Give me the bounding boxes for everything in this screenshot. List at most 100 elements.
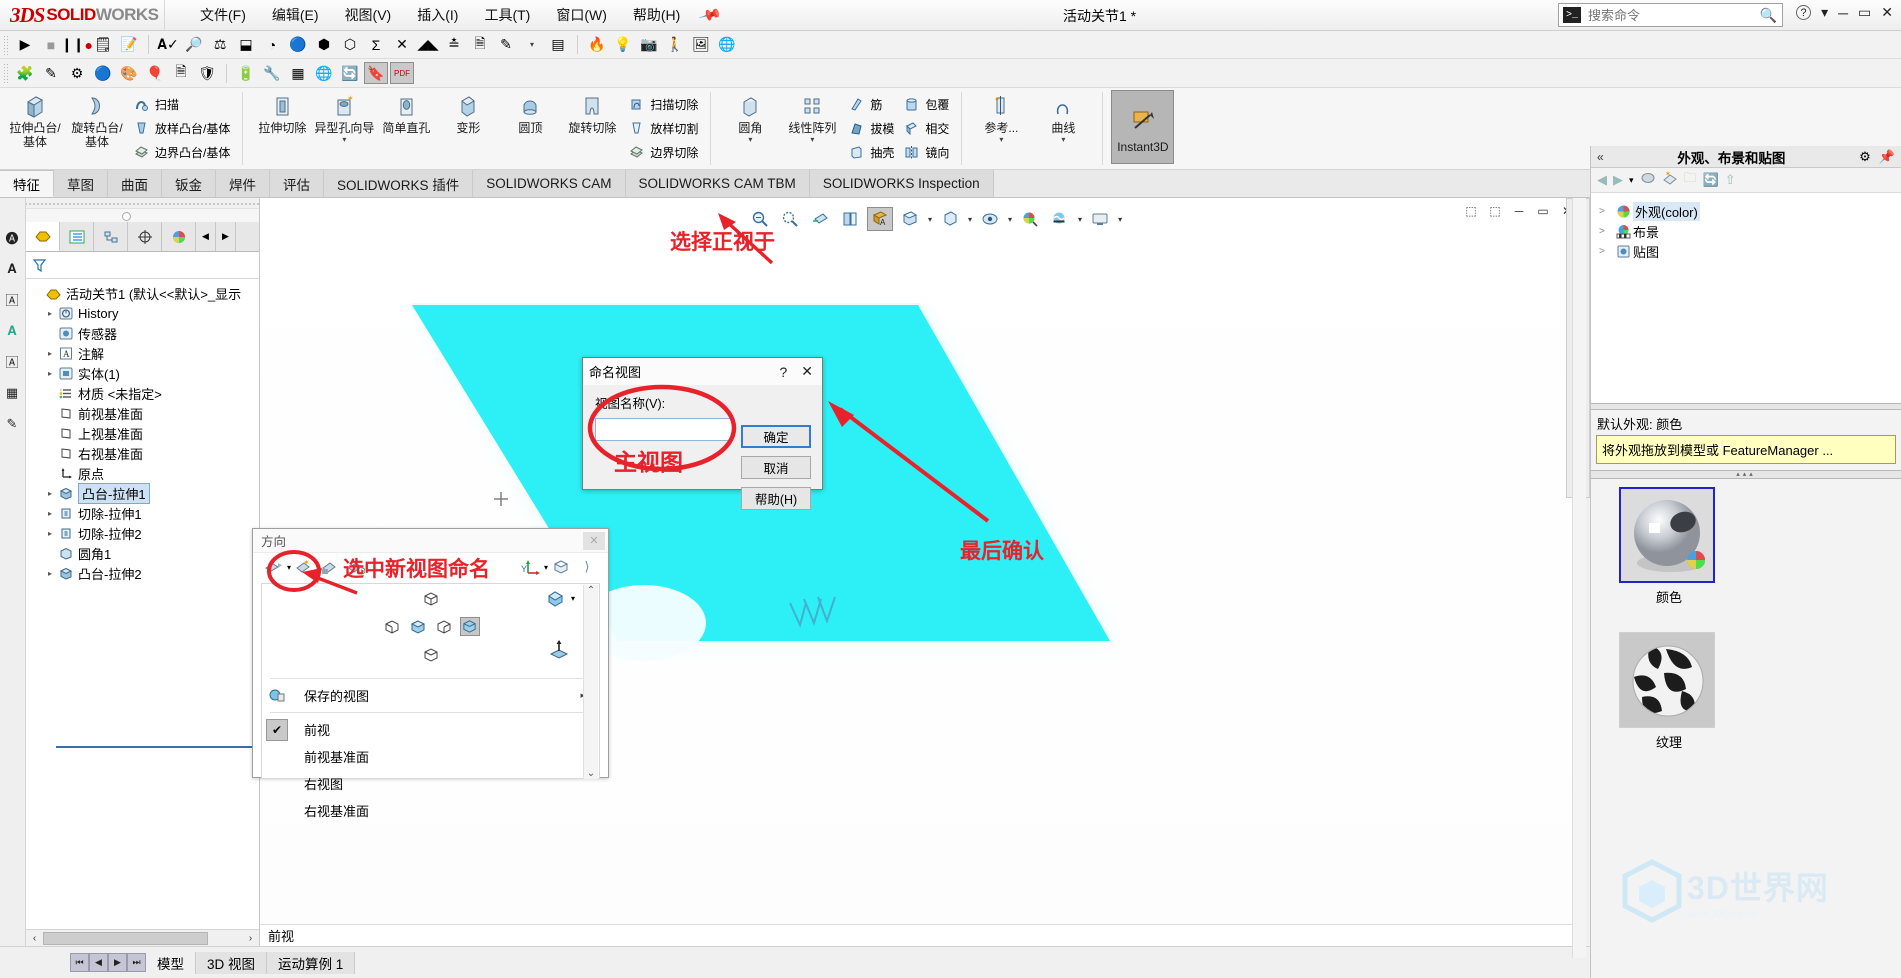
expander-icon[interactable]: > — [1599, 226, 1613, 237]
minimize-icon[interactable]: ─ — [1512, 204, 1526, 218]
search-input[interactable] — [1586, 6, 1736, 24]
scroll-left-icon[interactable]: ◀ — [196, 222, 216, 251]
expander-icon[interactable]: ▸ — [44, 309, 56, 318]
tab-surfaces[interactable]: 曲面 — [108, 170, 162, 197]
globe-icon[interactable]: 🌐 — [312, 62, 336, 84]
tree-item-cut-extrude2[interactable]: ▸ 切除-拉伸2 — [28, 523, 259, 543]
appearance-panel-splitter[interactable] — [1591, 403, 1901, 410]
ribbon-reference-geometry[interactable]: 参考... ▾ — [970, 90, 1032, 167]
appearance-tree-item-scene[interactable]: > 布景 — [1591, 221, 1901, 241]
view-item-front-plane[interactable]: 前视基准面 — [262, 743, 599, 770]
annotation-green-icon[interactable]: 𝐀 — [0, 315, 24, 346]
tab-weldments[interactable]: 焊件 — [216, 170, 270, 197]
ribbon-shell[interactable]: 抽壳 — [843, 141, 898, 165]
nav-first-icon[interactable]: ⏮ — [70, 953, 89, 972]
tree-item-annotations[interactable]: ▸ A 注解 — [28, 343, 259, 363]
help-button[interactable]: ? — [1796, 5, 1812, 20]
tree-item-history[interactable]: ▸ History — [28, 303, 259, 323]
chevron-down-icon[interactable]: ▾ — [810, 135, 814, 144]
ribbon-mirror[interactable]: 镜向 — [898, 141, 953, 165]
more-icon[interactable]: ⟩ — [574, 559, 600, 575]
view-item-right[interactable]: 右视图 — [262, 770, 599, 797]
spell-check-icon[interactable]: 𝐀✓ — [156, 34, 180, 56]
appearance-ball-icon[interactable] — [1640, 171, 1656, 189]
chevron-down-icon[interactable]: ▾ — [1061, 135, 1065, 144]
restore2-icon[interactable]: ▭ — [1536, 204, 1550, 218]
dialog-close-button[interactable]: ✕ — [801, 363, 813, 380]
tree-item-sensors[interactable]: 传感器 — [28, 323, 259, 343]
menu-item-tools[interactable]: 工具(T) — [471, 1, 543, 29]
update-standard-views-icon[interactable] — [317, 559, 343, 575]
ribbon-loft-boss[interactable]: 放样凸台/基体 — [128, 117, 234, 141]
chevron-down-icon[interactable]: ▾ — [342, 135, 346, 144]
nav-prev-icon[interactable]: ◀ — [89, 953, 108, 972]
tab-evaluate[interactable]: 评估 — [270, 170, 324, 197]
sphere-icon[interactable]: 🔵 — [91, 62, 115, 84]
tab-solidworks-cam[interactable]: SOLIDWORKS CAM — [473, 170, 626, 197]
maximize-button[interactable]: ▭ — [1858, 4, 1871, 21]
expander-icon[interactable]: ▸ — [44, 509, 56, 518]
scroll-left-icon[interactable]: ‹ — [26, 933, 43, 944]
chevron-down-icon[interactable]: ▾ — [928, 215, 932, 224]
symmetry-check-icon[interactable]: ◢◣ — [416, 34, 440, 56]
ok-button[interactable]: 确定 — [741, 425, 811, 448]
hide-show-items-icon[interactable] — [937, 207, 963, 231]
chevron-down-icon[interactable]: ▾ — [1008, 215, 1012, 224]
dropdown-caret-icon[interactable]: ▾ — [1821, 4, 1828, 21]
ribbon-draft[interactable]: 拔模 — [843, 117, 898, 141]
back-icon[interactable]: ◀ — [1597, 172, 1607, 188]
left-view-cube[interactable] — [382, 617, 402, 636]
view-orientation-icon[interactable]: A — [867, 207, 893, 231]
chevron-down-icon[interactable]: ▾ — [999, 135, 1003, 144]
chevron-down-icon[interactable]: ▾ — [520, 34, 544, 56]
menu-item-insert[interactable]: 插入(I) — [404, 1, 471, 29]
configuration-manager-icon[interactable] — [94, 222, 128, 251]
ribbon-instant3d[interactable]: Instant3D — [1111, 90, 1175, 164]
view-name-input[interactable] — [595, 418, 733, 441]
ribbon-hole-wizard[interactable]: ✶ 异型孔向导 ▾ — [313, 90, 375, 167]
toolbar-gripper-2[interactable] — [3, 63, 10, 83]
note-icon[interactable]: 🅐 — [0, 222, 24, 253]
tree-item-origin[interactable]: 原点 — [28, 463, 259, 483]
expander-icon[interactable]: > — [1599, 206, 1613, 217]
isometric-icon[interactable] — [546, 590, 565, 611]
orientation-scrollbar[interactable]: ⌃ ⌄ — [583, 585, 598, 779]
ribbon-sweep[interactable]: 扫描 — [128, 93, 234, 117]
dropdown-caret-icon[interactable]: ▾ — [1629, 175, 1634, 186]
lights-icon[interactable]: 💡 — [611, 34, 635, 56]
annotation-ab-icon[interactable]: 🄰 — [0, 284, 24, 315]
menu-item-view[interactable]: 视图(V) — [332, 1, 405, 29]
ribbon-rib[interactable]: 筋 — [843, 93, 898, 117]
previous-view-icon[interactable] — [807, 207, 833, 231]
tree-item-boss-extrude2[interactable]: ▸ 凸台-拉伸2 — [28, 563, 259, 583]
orientation-close-icon[interactable]: ✕ — [583, 531, 605, 550]
walk-through-icon[interactable]: 🚶 — [663, 34, 687, 56]
feature-manager-gripper[interactable] — [26, 198, 259, 209]
ribbon-curves[interactable]: 曲线 ▾ — [1032, 90, 1094, 167]
tree-item-top-plane[interactable]: 上视基准面 — [28, 423, 259, 443]
scroll-right-icon[interactable]: ▶ — [216, 222, 236, 251]
balloon-icon[interactable]: 🎈 — [143, 62, 167, 84]
section-properties-icon[interactable]: ⬓ — [234, 34, 258, 56]
ribbon-simple-hole[interactable]: 简单直孔 — [375, 90, 437, 167]
tree-item-solid-bodies[interactable]: ▸ 实体(1) — [28, 363, 259, 383]
bottom-tab-motion-study[interactable]: 运动算例 1 — [267, 951, 356, 974]
expander-icon[interactable]: ▸ — [44, 489, 56, 498]
toolbar-gripper[interactable] — [3, 34, 10, 55]
ribbon-revolve-cut[interactable]: 旋转切除 — [561, 90, 623, 167]
mass-properties-icon[interactable]: ⚖ — [208, 34, 232, 56]
expander-icon[interactable]: ▸ — [44, 569, 56, 578]
open-folder-icon[interactable]: 🗀 — [1684, 169, 1697, 191]
tab-solidworks-addins[interactable]: SOLIDWORKS 插件 — [324, 170, 474, 197]
feature-tree-hscrollbar[interactable]: ‹ › — [26, 929, 259, 946]
graphics-vertical-scrollbar[interactable] — [1572, 198, 1586, 958]
view-item-right-plane[interactable]: 右视基准面 — [262, 797, 599, 824]
forward-icon[interactable]: ▶ — [1613, 172, 1623, 188]
tab-sheetmetal[interactable]: 钣金 — [162, 170, 216, 197]
search-commands-box[interactable]: >_ 🔍 — [1558, 3, 1783, 27]
tab-features[interactable]: 特征 — [0, 170, 54, 197]
new-folder-star-icon[interactable]: ✶ — [1662, 170, 1678, 189]
feature-manager-splitter[interactable] — [26, 209, 259, 222]
doc-icon[interactable]: 🗎 — [169, 62, 193, 84]
menu-saved-views[interactable]: 保存的视图 ▸ — [262, 682, 599, 709]
